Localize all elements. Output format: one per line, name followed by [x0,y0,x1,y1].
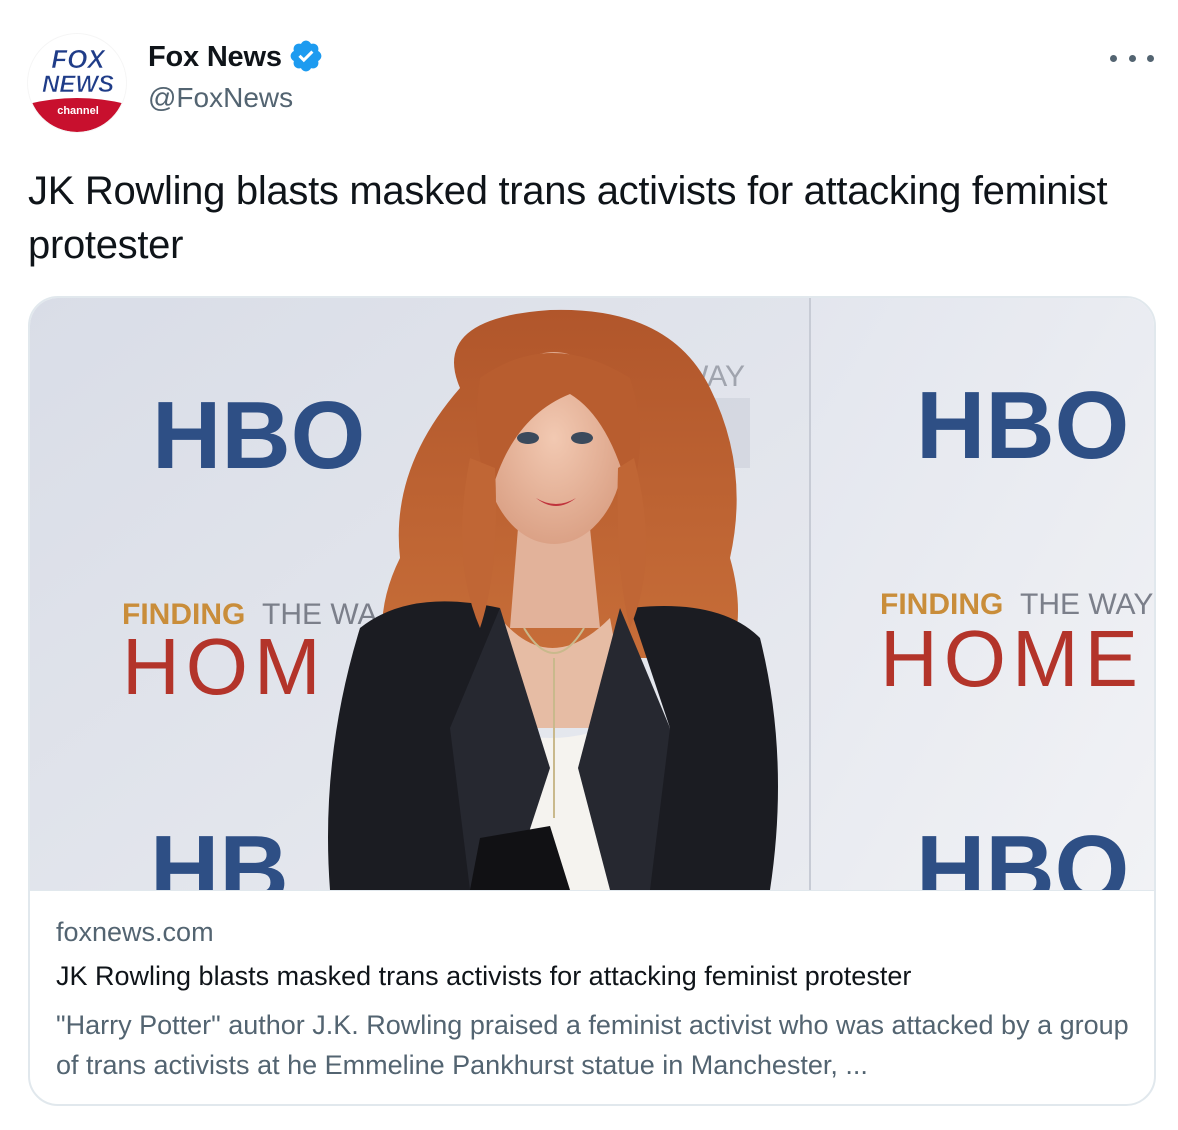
card-title: JK Rowling blasts masked trans activists… [56,961,912,991]
link-card[interactable]: HBO HBO FINDING THE WA HOM FINDING THE W… [28,296,1156,1106]
backdrop-home-right: HOME [880,614,1144,703]
card-domain: foxnews.com [56,917,214,947]
verified-badge-icon [288,38,324,74]
avatar-logo-line2: NEWS [42,71,114,98]
backdrop-hbo-bottom-left: HB [150,816,289,890]
card-description: "Harry Potter" author J.K. Rowling prais… [56,1010,1129,1080]
avatar-logo-line3: channel [57,105,99,117]
author-handle[interactable]: @FoxNews [148,82,293,114]
article-photo: HBO HBO FINDING THE WA HOM FINDING THE W… [30,298,1154,890]
backdrop-hbo-right: HBO [916,372,1129,479]
author-name[interactable]: Fox News [148,40,324,74]
tweet[interactable]: FOX NEWS channel Fox News @FoxNews JK Ro… [0,0,1178,1130]
author-name-text[interactable]: Fox News [148,41,282,74]
card-meta[interactable]: foxnews.com JK Rowling blasts masked tra… [30,890,1154,1104]
backdrop-hbo-bottom-right: HBO [916,816,1129,890]
backdrop-hbo-left: HBO [152,382,365,489]
avatar[interactable]: FOX NEWS channel [28,34,126,132]
avatar-logo-line1: FOX [51,44,106,74]
tweet-text: JK Rowling blasts masked trans activists… [28,169,1108,267]
card-image[interactable]: HBO HBO FINDING THE WA HOM FINDING THE W… [30,298,1154,890]
backdrop-home-left: HOM [122,622,327,711]
fox-news-logo: FOX NEWS channel [28,34,126,132]
more-dots-icon[interactable] [1110,46,1154,70]
